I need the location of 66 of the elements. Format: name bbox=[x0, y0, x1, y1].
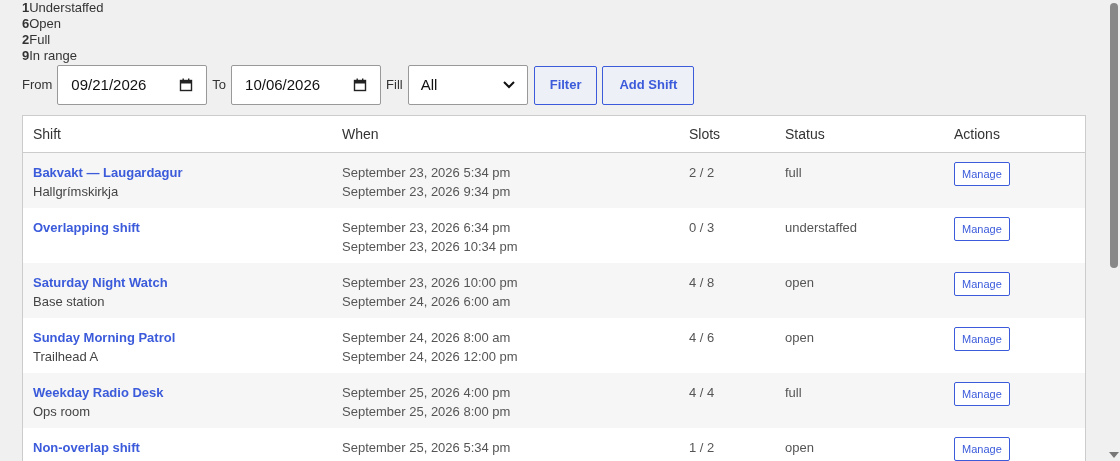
stat-label: Open bbox=[29, 16, 62, 32]
column-header: Status bbox=[785, 125, 825, 142]
calendar-icon bbox=[353, 78, 368, 92]
column-header: Actions bbox=[954, 125, 1000, 142]
manage-button[interactable]: Manage bbox=[954, 217, 1010, 241]
shift-link[interactable]: Bakvakt — Laugardagur bbox=[33, 163, 183, 182]
column-header: When bbox=[342, 125, 379, 142]
status-cell: open bbox=[785, 330, 814, 345]
start-time: September 25, 2026 5:34 pm bbox=[342, 439, 511, 457]
start-time: September 24, 2026 8:00 am bbox=[342, 329, 511, 347]
start-time: September 23, 2026 10:00 pm bbox=[342, 274, 518, 292]
manage-button[interactable]: Manage bbox=[954, 382, 1010, 406]
shift-location: Ops room bbox=[33, 403, 91, 421]
slots-cell: 4 / 6 bbox=[689, 330, 715, 345]
fill-select[interactable]: All bbox=[407, 65, 528, 105]
shift-link[interactable]: Sunday Morning Patrol bbox=[33, 328, 176, 347]
shift-link[interactable]: Saturday Night Watch bbox=[33, 273, 168, 292]
stat-count: 2 bbox=[22, 32, 30, 48]
manage-button[interactable]: Manage bbox=[954, 327, 1010, 351]
end-time: September 24, 2026 12:00 pm bbox=[342, 348, 518, 366]
shift-location: Hallgrímskirkja bbox=[33, 183, 119, 201]
filter-button[interactable]: Filter bbox=[533, 65, 598, 105]
stat-count: 6 bbox=[22, 16, 30, 32]
stat-count: 1 bbox=[22, 0, 30, 16]
shift-link[interactable]: Non-overlap shift bbox=[33, 438, 140, 457]
calendar-icon bbox=[179, 78, 194, 92]
from-date-field[interactable]: 09/21/2026 bbox=[57, 65, 208, 105]
stat-count: 9 bbox=[22, 48, 30, 64]
end-time: September 23, 2026 9:34 pm bbox=[342, 183, 511, 201]
shift-link[interactable]: Overlapping shift bbox=[33, 218, 140, 237]
status-cell: open bbox=[785, 275, 814, 290]
scrollbar[interactable] bbox=[1108, 0, 1120, 461]
fill-label: Fill bbox=[386, 76, 403, 95]
add-shift-button[interactable]: Add Shift bbox=[602, 65, 695, 105]
manage-button[interactable]: Manage bbox=[954, 437, 1010, 461]
end-time: September 24, 2026 6:00 am bbox=[342, 293, 511, 311]
to-label: To bbox=[212, 76, 227, 95]
shift-location: Trailhead A bbox=[33, 348, 99, 366]
from-label: From bbox=[22, 76, 53, 95]
manage-button[interactable]: Manage bbox=[954, 162, 1010, 186]
slots-cell: 0 / 3 bbox=[689, 220, 715, 235]
start-time: September 23, 2026 5:34 pm bbox=[342, 164, 511, 182]
slots-cell: 4 / 8 bbox=[689, 275, 715, 290]
shift-location: Base station bbox=[33, 293, 105, 311]
slots-cell: 2 / 2 bbox=[689, 165, 715, 180]
stat-label: Full bbox=[29, 32, 51, 48]
slots-cell: 1 / 2 bbox=[689, 440, 715, 455]
column-header: Shift bbox=[33, 125, 61, 142]
start-time: September 25, 2026 4:00 pm bbox=[342, 384, 511, 402]
status-cell: understaffed bbox=[785, 220, 858, 235]
status-cell: full bbox=[785, 385, 802, 400]
status-cell: open bbox=[785, 440, 814, 455]
chevron-down-icon bbox=[502, 81, 515, 89]
end-time: September 25, 2026 8:00 pm bbox=[342, 403, 511, 421]
stat-label: Understaffed bbox=[29, 0, 104, 16]
shift-link[interactable]: Weekday Radio Desk bbox=[33, 383, 164, 402]
slots-cell: 4 / 4 bbox=[689, 385, 715, 400]
to-date-field[interactable]: 10/06/2026 bbox=[231, 65, 382, 105]
column-header: Slots bbox=[689, 125, 721, 142]
start-time: September 23, 2026 6:34 pm bbox=[342, 219, 511, 237]
status-cell: full bbox=[785, 165, 802, 180]
scrollbar-thumb[interactable] bbox=[1110, 3, 1118, 268]
stat-label: In range bbox=[29, 48, 77, 64]
end-time: September 23, 2026 10:34 pm bbox=[342, 238, 518, 256]
manage-button[interactable]: Manage bbox=[954, 272, 1010, 296]
scroll-down-arrow-icon[interactable] bbox=[1109, 452, 1119, 458]
